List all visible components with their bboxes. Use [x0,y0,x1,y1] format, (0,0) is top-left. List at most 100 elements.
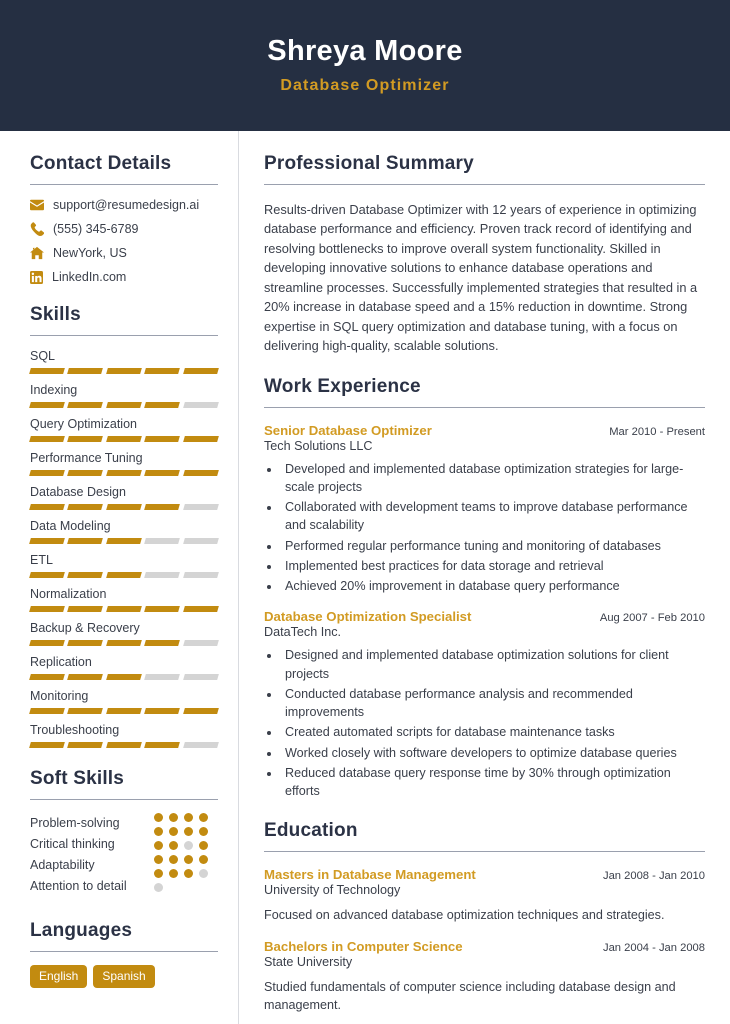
skill-bar [29,368,219,374]
education-description: Focused on advanced database optimizatio… [264,908,665,923]
skill-bar-segment [144,708,181,714]
skill-bar-segment [105,402,143,408]
languages-list: English Spanish [30,965,218,988]
skill-name: SQL [30,349,56,363]
skill-bar-segment [144,640,181,646]
skill-row: Monitoring [29,689,219,714]
skill-bar [29,436,219,442]
education-divider [264,851,705,853]
contact-item[interactable]: support@resumedesign.ai [30,198,218,212]
skill-bar-segment [182,572,219,578]
resume-page: Shreya Moore Database Optimizer Contact … [0,0,730,1024]
skill-bar-segment [29,402,66,408]
resume-header: Shreya Moore Database Optimizer [0,0,730,131]
experience-entry-head: Senior Database Optimizer Mar 2010 - Pres… [264,423,705,438]
languages-heading: Languages [30,920,133,941]
contact-list: support@resumedesign.ai (555) 345-6789 New… [30,198,218,284]
soft-skill-dot [199,841,208,850]
contact-item[interactable]: NewYork, US [30,246,218,260]
contact-divider [30,184,218,185]
soft-skill-dot [184,869,193,878]
education-entry: Masters in Database Management Jan 2008 -… [264,867,705,924]
skill-bar [29,538,219,544]
language-pill[interactable]: English [30,965,88,988]
language-pill[interactable]: Spanish [93,965,155,988]
degree-date: Jan 2008 - Jan 2010 [602,870,705,883]
experience-entry-head: Database Optimization Specialist Aug 2007… [264,609,705,624]
skill-bar-segment [182,538,219,544]
skill-name: Indexing [30,383,78,397]
experience-bullet: Collaborated with development teams to i… [281,498,705,535]
skill-bar-segment [29,606,66,612]
experience-list: Senior Database Optimizer Mar 2010 - Pres… [264,423,705,801]
skill-row: Indexing [29,383,219,408]
skill-row: ETL [29,553,219,578]
contact-value: (555) 345-6789 [53,222,139,236]
skill-bar-segment [67,504,104,510]
skill-bar-segment [29,436,66,442]
soft-skill-dot [199,827,208,836]
resume-body: Contact Details support@resumedesign.ai (… [0,131,730,1024]
skill-bar-segment [182,640,219,646]
skill-name: Data Modeling [30,519,111,533]
skill-row: Query Optimization [29,417,219,442]
skill-name: Troubleshooting [30,723,120,737]
skill-bar-segment [105,674,143,680]
soft-skill-dot [169,841,178,850]
skill-bar-segment [105,368,143,374]
skill-name: Query Optimization [30,417,137,431]
job-date: Mar 2010 - Present [609,425,705,438]
skill-bar-segment [67,742,104,748]
soft-skill-dot [169,855,178,864]
skill-bar-segment [182,742,219,748]
institution-name: University of Technology [264,883,401,898]
skill-row: Normalization [29,587,219,612]
skill-row: Data Modeling [29,519,219,544]
education-entry-head: Bachelors in Computer Science Jan 2004 - … [264,939,705,954]
skill-bar-segment [144,470,181,476]
skill-name: ETL [30,553,53,567]
skill-bar-segment [182,368,219,374]
skill-bar-segment [182,606,219,612]
skill-bar-segment [105,708,143,714]
skill-bar-segment [29,674,66,680]
soft-skill-dot [184,813,193,822]
degree-title: Masters in Database Management [264,867,476,883]
languages-section: Languages English Spanish [30,920,218,988]
soft-skill-dot [154,855,163,864]
skill-bar-segment [29,640,66,646]
skill-bar-segment [105,742,143,748]
skill-bar [29,402,219,408]
skill-bar [29,708,219,714]
skill-bar-segment [105,572,143,578]
experience-bullet: Worked closely with software developers … [281,744,705,762]
contact-item[interactable]: LinkedIn.com [30,270,218,284]
skill-bar-segment [144,402,181,408]
skill-bar-segment [105,606,143,612]
education-entry-head: Masters in Database Management Jan 2008 -… [264,867,705,882]
skill-bar-segment [29,708,66,714]
skills-heading: Skills [30,304,81,325]
skill-bar-segment [182,470,219,476]
degree-title: Bachelors in Computer Science [264,938,463,954]
experience-bullets: Designed and implemented database optimi… [281,646,705,800]
contact-value: support@resumedesign.ai [53,198,200,212]
experience-bullet: Conducted database performance analysis … [281,685,705,722]
skills-divider [30,335,218,336]
skill-bar-segment [67,402,104,408]
skill-bar [29,742,219,748]
contact-section: Contact Details support@resumedesign.ai (… [30,153,218,284]
experience-bullet: Performed regular performance tuning and… [281,537,705,555]
soft-skill-dot [184,855,193,864]
experience-bullets: Developed and implemented database optim… [281,460,705,596]
soft-skill-dot [199,855,208,864]
contact-item[interactable]: (555) 345-6789 [30,222,218,236]
contact-value: LinkedIn.com [52,270,127,284]
skill-bar-segment [182,708,219,714]
soft-skills-heading: Soft Skills [30,768,125,789]
soft-skills-grid: Problem-solving Critical thinking Adaptabi… [30,813,218,897]
skill-bar-segment [182,402,219,408]
soft-skill-dot [184,827,193,836]
skill-name: Performance Tuning [30,451,143,465]
skill-name: Database Design [30,485,126,499]
